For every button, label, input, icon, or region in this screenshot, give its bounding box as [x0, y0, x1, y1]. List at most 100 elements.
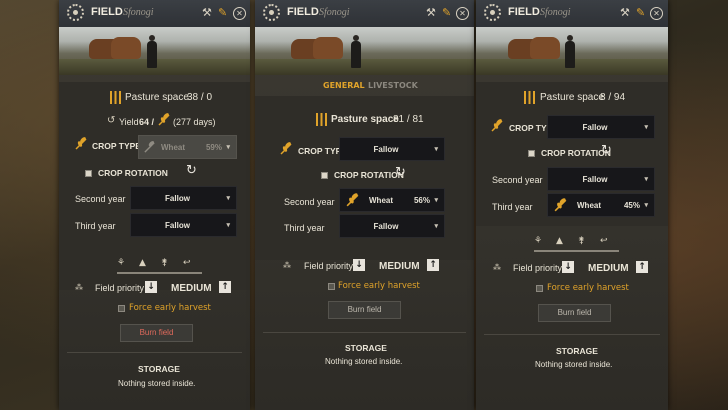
- chevron-down-icon: ▾: [434, 146, 438, 153]
- divider: [484, 334, 660, 335]
- chevron-down-icon: ▾: [226, 195, 230, 202]
- field-photo: [255, 27, 474, 75]
- chevron-down-icon: ▾: [644, 124, 648, 131]
- burn-field-button[interactable]: Burn field: [328, 301, 401, 319]
- panel-subtitle: Sfonogi: [123, 7, 154, 18]
- crop-rotation-checkbox[interactable]: [85, 170, 92, 177]
- force-harvest-label: Force early harvest: [547, 283, 629, 293]
- chevron-down-icon: ▾: [226, 144, 230, 151]
- force-harvest-label: Force early harvest: [129, 303, 211, 313]
- second-year-value: Wheat: [369, 196, 393, 205]
- crop-type-select[interactable]: Fallow ▾: [339, 137, 445, 161]
- rotation-icon: ↻: [601, 143, 612, 158]
- title-bar[interactable]: FIELD Sfonogi ⚒ ✎ ✕: [255, 0, 474, 27]
- priority-value: MEDIUM: [379, 261, 420, 272]
- crop-type-percent: 59%: [205, 143, 222, 152]
- field-panel-3: FIELD Sfonogi ⚒ ✎ ✕ Pasture space 8 / 94…: [476, 0, 668, 410]
- priority-down-button[interactable]: ↓: [353, 259, 365, 271]
- second-year-label: Second year: [75, 194, 126, 204]
- wheat-icon: [346, 193, 359, 207]
- third-year-percent: 45%: [623, 201, 640, 210]
- wheat-icon: ⚵: [578, 236, 585, 246]
- second-year-value: Fallow: [165, 194, 190, 203]
- priority-down-button[interactable]: ↓: [145, 281, 157, 293]
- burn-field-button[interactable]: Burn field: [538, 304, 611, 322]
- progress-track: [117, 272, 202, 274]
- third-year-value: Fallow: [373, 222, 399, 231]
- storage-empty-text: Nothing stored inside.: [118, 379, 196, 388]
- grow-icon: ▲: [556, 236, 563, 246]
- third-year-select[interactable]: Fallow ▾: [339, 214, 445, 238]
- third-year-label: Third year: [284, 223, 325, 233]
- title-bar[interactable]: FIELD Sfonogi ⚒ ✎ ✕: [59, 0, 250, 27]
- pasture-fence-icon: [524, 91, 535, 104]
- chevron-down-icon: ▾: [226, 222, 230, 229]
- priority-value: MEDIUM: [588, 263, 629, 274]
- close-icon[interactable]: ✕: [233, 7, 246, 20]
- force-harvest-checkbox[interactable]: [328, 283, 335, 290]
- grow-icon: ▲: [139, 258, 146, 268]
- yield-label: Yield: [119, 117, 139, 127]
- wheat-icon: ⚵: [161, 258, 168, 268]
- storage-title: STORAGE: [345, 343, 387, 353]
- yield-value: 64 /: [139, 117, 155, 127]
- second-year-select[interactable]: Wheat 56% ▾: [339, 188, 445, 212]
- pasture-value: 38 / 0: [187, 92, 213, 103]
- storage-empty-text: Nothing stored inside.: [325, 357, 403, 366]
- second-year-select[interactable]: Fallow ▾: [130, 186, 237, 210]
- force-harvest-checkbox[interactable]: [536, 285, 543, 292]
- panel-subtitle: Sfonogi: [319, 7, 350, 18]
- hammer-icon[interactable]: ⚒: [620, 6, 630, 19]
- second-year-label: Second year: [492, 175, 543, 185]
- workers-icon: ⁂: [75, 283, 83, 292]
- second-year-label: Second year: [284, 197, 335, 207]
- third-year-select[interactable]: Wheat 45% ▾: [547, 193, 655, 217]
- rotation-icon: ↻: [186, 163, 197, 178]
- second-year-select[interactable]: Fallow ▾: [547, 167, 655, 191]
- yield-days: (277 days): [173, 117, 216, 127]
- tab-livestock[interactable]: LIVESTOCK: [368, 81, 418, 90]
- workers-icon: ⁂: [283, 261, 291, 270]
- pasture-value: 81 / 81: [393, 114, 424, 125]
- panel-title: FIELD: [91, 6, 123, 18]
- sickle-icon: ↩: [600, 236, 608, 246]
- wheat-icon: [280, 142, 292, 155]
- third-year-select[interactable]: Fallow ▾: [130, 213, 237, 237]
- gear-icon: [484, 4, 501, 21]
- priority-up-button[interactable]: ↑: [219, 281, 231, 293]
- close-icon[interactable]: ✕: [650, 7, 663, 20]
- title-bar[interactable]: FIELD Sfonogi ⚒ ✎ ✕: [476, 0, 668, 27]
- pasture-value: 8 / 94: [600, 92, 626, 103]
- field-photo: [59, 27, 250, 75]
- pasture-label: Pasture space: [540, 92, 604, 103]
- crop-rotation-checkbox[interactable]: [528, 150, 535, 157]
- crop-type-value: Fallow: [373, 145, 399, 154]
- hammer-icon[interactable]: ⚒: [202, 6, 212, 19]
- pasture-fence-icon: [316, 113, 327, 126]
- priority-label: Field priority: [513, 263, 563, 273]
- tab-general[interactable]: GENERAL: [323, 81, 365, 90]
- crop-type-select[interactable]: Wheat 59% ▾: [138, 135, 237, 159]
- field-panel-2: FIELD Sfonogi ⚒ ✎ ✕ GENERAL LIVESTOCK Pa…: [255, 0, 474, 410]
- pasture-label: Pasture space: [331, 114, 399, 125]
- priority-up-button[interactable]: ↑: [427, 259, 439, 271]
- pasture-label: Pasture space: [125, 92, 189, 103]
- crop-type-select[interactable]: Fallow ▾: [547, 115, 655, 139]
- crop-type-label: CROP TYPE: [92, 141, 141, 151]
- priority-up-button[interactable]: ↑: [636, 261, 648, 273]
- hammer-icon[interactable]: ⚒: [426, 6, 436, 19]
- second-year-value: Fallow: [582, 175, 608, 184]
- burn-field-button[interactable]: Burn field: [120, 324, 193, 342]
- pin-icon[interactable]: ✎: [636, 6, 645, 19]
- crop-rotation-checkbox[interactable]: [321, 172, 328, 179]
- crop-type-value: Fallow: [582, 123, 608, 132]
- sow-icon: ⚘: [117, 258, 126, 268]
- priority-down-button[interactable]: ↓: [562, 261, 574, 273]
- panel-title: FIELD: [508, 6, 540, 18]
- tool-icons: ⚘ ▲ ⚵ ↩: [117, 258, 202, 272]
- pin-icon[interactable]: ✎: [218, 6, 227, 19]
- close-icon[interactable]: ✕: [456, 7, 469, 20]
- pasture-fence-icon: [110, 91, 121, 104]
- pin-icon[interactable]: ✎: [442, 6, 451, 19]
- force-harvest-checkbox[interactable]: [118, 305, 125, 312]
